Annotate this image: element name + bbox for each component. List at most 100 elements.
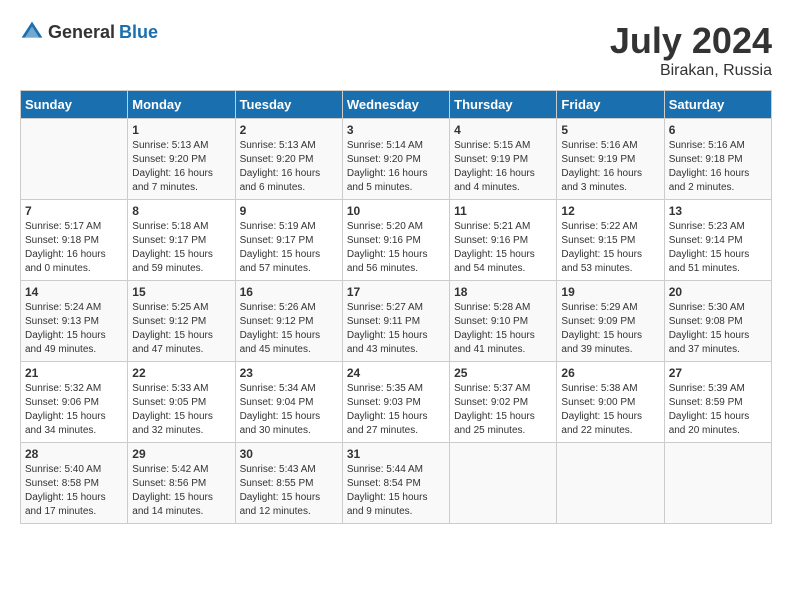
calendar-cell: 27 Sunrise: 5:39 AMSunset: 8:59 PMDayligh… [664, 362, 771, 443]
day-number: 17 [347, 285, 445, 299]
calendar-cell: 25 Sunrise: 5:37 AMSunset: 9:02 PMDayligh… [450, 362, 557, 443]
calendar-cell: 5Sunrise: 5:16 AMSunset: 9:19 PMDaylight… [557, 119, 664, 200]
day-number: 9 [240, 204, 338, 218]
day-info: Sunrise: 5:24 AMSunset: 9:13 PMDaylight:… [25, 301, 123, 357]
calendar-cell: 8 Sunrise: 5:18 AMSunset: 9:17 PMDaylight… [128, 200, 235, 281]
day-number: 15 [132, 285, 230, 299]
day-number: 25 [454, 366, 552, 380]
calendar-cell: 19 Sunrise: 5:29 AMSunset: 9:09 PMDayligh… [557, 281, 664, 362]
calendar-cell: 12 Sunrise: 5:22 AMSunset: 9:15 PMDayligh… [557, 200, 664, 281]
day-info: Sunrise: 5:15 AMSunset: 9:19 PMDaylight:… [454, 139, 552, 195]
day-number: 22 [132, 366, 230, 380]
day-info: Sunrise: 5:13 AMSunset: 9:20 PMDaylight:… [240, 139, 338, 195]
day-info: Sunrise: 5:23 AMSunset: 9:14 PMDaylight:… [669, 220, 767, 276]
calendar-cell: 18 Sunrise: 5:28 AMSunset: 9:10 PMDayligh… [450, 281, 557, 362]
day-number: 10 [347, 204, 445, 218]
col-header-friday: Friday [557, 91, 664, 119]
calendar-week-3: 14Sunrise: 5:24 AMSunset: 9:13 PMDayligh… [21, 281, 772, 362]
calendar-cell: 22 Sunrise: 5:33 AMSunset: 9:05 PMDayligh… [128, 362, 235, 443]
day-info: Sunrise: 5:29 AMSunset: 9:09 PMDaylight:… [561, 301, 659, 357]
day-info: Sunrise: 5:25 AMSunset: 9:12 PMDaylight:… [132, 301, 230, 357]
day-number: 2 [240, 123, 338, 137]
col-header-wednesday: Wednesday [342, 91, 449, 119]
day-number: 1 [132, 123, 230, 137]
calendar-cell: 14Sunrise: 5:24 AMSunset: 9:13 PMDayligh… [21, 281, 128, 362]
day-number: 31 [347, 447, 445, 461]
day-number: 23 [240, 366, 338, 380]
day-number: 8 [132, 204, 230, 218]
day-number: 21 [25, 366, 123, 380]
day-info: Sunrise: 5:35 AMSunset: 9:03 PMDaylight:… [347, 382, 445, 438]
calendar-body: 1 Sunrise: 5:13 AMSunset: 9:20 PMDaylight… [21, 119, 772, 524]
calendar-cell: 20 Sunrise: 5:30 AMSunset: 9:08 PMDayligh… [664, 281, 771, 362]
day-info: Sunrise: 5:16 AMSunset: 9:19 PMDaylight:… [561, 139, 659, 195]
calendar-cell: 11 Sunrise: 5:21 AMSunset: 9:16 PMDayligh… [450, 200, 557, 281]
col-header-thursday: Thursday [450, 91, 557, 119]
day-info: Sunrise: 5:37 AMSunset: 9:02 PMDaylight:… [454, 382, 552, 438]
calendar-cell: 1 Sunrise: 5:13 AMSunset: 9:20 PMDaylight… [128, 119, 235, 200]
col-header-sunday: Sunday [21, 91, 128, 119]
day-number: 7 [25, 204, 123, 218]
col-header-tuesday: Tuesday [235, 91, 342, 119]
day-info: Sunrise: 5:21 AMSunset: 9:16 PMDaylight:… [454, 220, 552, 276]
calendar-header-row: SundayMondayTuesdayWednesdayThursdayFrid… [21, 91, 772, 119]
location-title: Birakan, Russia [610, 62, 772, 80]
day-number: 11 [454, 204, 552, 218]
logo-icon [20, 20, 44, 44]
day-info: Sunrise: 5:30 AMSunset: 9:08 PMDaylight:… [669, 301, 767, 357]
calendar-cell: 17 Sunrise: 5:27 AMSunset: 9:11 PMDayligh… [342, 281, 449, 362]
day-number: 12 [561, 204, 659, 218]
day-info: Sunrise: 5:44 AMSunset: 8:54 PMDaylight:… [347, 463, 445, 519]
calendar-cell: 3Sunrise: 5:14 AMSunset: 9:20 PMDaylight… [342, 119, 449, 200]
col-header-monday: Monday [128, 91, 235, 119]
day-number: 13 [669, 204, 767, 218]
calendar-cell: 7 Sunrise: 5:17 AMSunset: 9:18 PMDaylight… [21, 200, 128, 281]
month-title: July 2024 [610, 20, 772, 62]
calendar-cell: 6 Sunrise: 5:16 AMSunset: 9:18 PMDaylight… [664, 119, 771, 200]
calendar-cell: 4 Sunrise: 5:15 AMSunset: 9:19 PMDaylight… [450, 119, 557, 200]
calendar-cell: 28 Sunrise: 5:40 AMSunset: 8:58 PMDayligh… [21, 443, 128, 524]
logo-general: General [48, 22, 115, 43]
calendar-week-1: 1 Sunrise: 5:13 AMSunset: 9:20 PMDaylight… [21, 119, 772, 200]
day-number: 18 [454, 285, 552, 299]
day-info: Sunrise: 5:40 AMSunset: 8:58 PMDaylight:… [25, 463, 123, 519]
day-info: Sunrise: 5:16 AMSunset: 9:18 PMDaylight:… [669, 139, 767, 195]
calendar-week-5: 28 Sunrise: 5:40 AMSunset: 8:58 PMDayligh… [21, 443, 772, 524]
calendar-cell: 2 Sunrise: 5:13 AMSunset: 9:20 PMDaylight… [235, 119, 342, 200]
day-info: Sunrise: 5:43 AMSunset: 8:55 PMDaylight:… [240, 463, 338, 519]
calendar-cell: 31 Sunrise: 5:44 AMSunset: 8:54 PMDayligh… [342, 443, 449, 524]
logo-blue: Blue [119, 22, 158, 43]
day-info: Sunrise: 5:39 AMSunset: 8:59 PMDaylight:… [669, 382, 767, 438]
day-info: Sunrise: 5:20 AMSunset: 9:16 PMDaylight:… [347, 220, 445, 276]
calendar-cell: 10 Sunrise: 5:20 AMSunset: 9:16 PMDayligh… [342, 200, 449, 281]
day-info: Sunrise: 5:33 AMSunset: 9:05 PMDaylight:… [132, 382, 230, 438]
day-info: Sunrise: 5:27 AMSunset: 9:11 PMDaylight:… [347, 301, 445, 357]
calendar-cell [21, 119, 128, 200]
calendar-cell [450, 443, 557, 524]
day-info: Sunrise: 5:19 AMSunset: 9:17 PMDaylight:… [240, 220, 338, 276]
day-number: 19 [561, 285, 659, 299]
title-area: July 2024 Birakan, Russia [610, 20, 772, 80]
day-number: 16 [240, 285, 338, 299]
day-info: Sunrise: 5:13 AMSunset: 9:20 PMDaylight:… [132, 139, 230, 195]
calendar-cell: 26Sunrise: 5:38 AMSunset: 9:00 PMDayligh… [557, 362, 664, 443]
day-number: 28 [25, 447, 123, 461]
day-info: Sunrise: 5:32 AMSunset: 9:06 PMDaylight:… [25, 382, 123, 438]
col-header-saturday: Saturday [664, 91, 771, 119]
day-info: Sunrise: 5:28 AMSunset: 9:10 PMDaylight:… [454, 301, 552, 357]
calendar-cell: 9 Sunrise: 5:19 AMSunset: 9:17 PMDaylight… [235, 200, 342, 281]
day-number: 3 [347, 123, 445, 137]
day-info: Sunrise: 5:22 AMSunset: 9:15 PMDaylight:… [561, 220, 659, 276]
calendar-cell: 24Sunrise: 5:35 AMSunset: 9:03 PMDayligh… [342, 362, 449, 443]
day-number: 20 [669, 285, 767, 299]
calendar-cell: 30Sunrise: 5:43 AMSunset: 8:55 PMDayligh… [235, 443, 342, 524]
day-number: 27 [669, 366, 767, 380]
day-number: 29 [132, 447, 230, 461]
day-info: Sunrise: 5:18 AMSunset: 9:17 PMDaylight:… [132, 220, 230, 276]
day-info: Sunrise: 5:17 AMSunset: 9:18 PMDaylight:… [25, 220, 123, 276]
calendar-cell: 23Sunrise: 5:34 AMSunset: 9:04 PMDayligh… [235, 362, 342, 443]
day-number: 6 [669, 123, 767, 137]
calendar-table: SundayMondayTuesdayWednesdayThursdayFrid… [20, 90, 772, 524]
day-number: 4 [454, 123, 552, 137]
day-info: Sunrise: 5:38 AMSunset: 9:00 PMDaylight:… [561, 382, 659, 438]
